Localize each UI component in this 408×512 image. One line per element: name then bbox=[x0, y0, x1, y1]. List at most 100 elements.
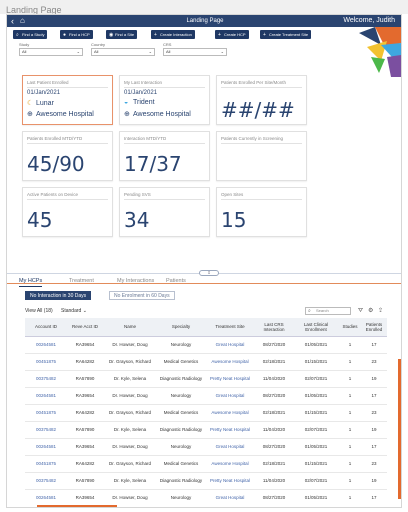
table-cell: RA57890 bbox=[67, 421, 103, 439]
create-hcp-button[interactable]: + Create HCP bbox=[215, 30, 249, 39]
site-line: ⊕ Awesome Hospital bbox=[124, 111, 191, 118]
no-interaction-30-days-toggle[interactable]: No Interaction in 30 Days bbox=[25, 291, 92, 300]
last-interaction-card[interactable]: My Last Interaction 01/Jan/2021 ◒ Trident… bbox=[119, 75, 210, 125]
table-cell[interactable]: Awesome Hospital bbox=[205, 455, 255, 473]
tab-my-interactions[interactable]: My Interactions bbox=[117, 277, 154, 286]
col-last-crs-interaction[interactable]: Last CRS Interaction bbox=[255, 318, 293, 337]
col-name[interactable]: Name bbox=[103, 318, 157, 337]
view-select[interactable]: Standard ⌄ bbox=[61, 306, 87, 316]
last-patient-enrolled-card[interactable]: Last Patient Enrolled 01/Jan/2021 ☾ Lunar… bbox=[22, 75, 113, 125]
table-cell[interactable]: Great Hospital bbox=[205, 387, 255, 405]
table-cell[interactable]: Pretty Neat Hospital bbox=[205, 370, 255, 388]
table-cell: 02/18/2021 bbox=[255, 455, 293, 473]
table-cell: RA39654 bbox=[67, 387, 103, 405]
table-row[interactable]: 00451875 RA64282 Dr. Grayson, Richard Medic… bbox=[25, 353, 387, 371]
table-cell: 02/07/2021 bbox=[293, 421, 339, 439]
lunar-study-icon: ☾ bbox=[27, 100, 34, 107]
tab-patients[interactable]: Patients bbox=[166, 277, 186, 286]
table-cell: 1 bbox=[339, 353, 361, 371]
table-cell: 23 bbox=[361, 353, 387, 371]
search-icon: ⌕ bbox=[16, 32, 19, 38]
settings-gear-icon[interactable]: ⚙ bbox=[368, 306, 373, 316]
table-row[interactable]: 00264581 RA39654 Dr. Howser, Doug Neurology… bbox=[25, 489, 387, 506]
chevron-down-icon: ⌄ bbox=[220, 49, 224, 54]
table-cell[interactable]: 00451875 bbox=[25, 353, 67, 371]
table-cell[interactable]: 00451875 bbox=[25, 455, 67, 473]
col-reve-acct-id[interactable]: Reve Acct ID bbox=[67, 318, 103, 337]
table-cell[interactable]: 00264581 bbox=[25, 336, 67, 354]
table-row[interactable]: 00264581 RA39654 Dr. Howser, Doug Neurology… bbox=[25, 438, 387, 456]
globe-icon: ⊕ bbox=[27, 111, 33, 118]
table-row[interactable]: 00264581 RA39654 Dr. Howser, Doug Neurology… bbox=[25, 387, 387, 405]
table-cell[interactable]: Great Hospital bbox=[205, 438, 255, 456]
table-cell[interactable]: 00375482 bbox=[25, 421, 67, 439]
table-row[interactable]: 00451875 RA64282 Dr. Grayson, Richard Medic… bbox=[25, 455, 387, 473]
table-cell[interactable]: 00375482 bbox=[25, 370, 67, 388]
table-cell[interactable]: 00264581 bbox=[25, 387, 67, 405]
table-row[interactable]: 00451875 RA64282 Dr. Grayson, Richard Medic… bbox=[25, 404, 387, 422]
pending-svs-card[interactable]: Pending SVS 34 bbox=[119, 187, 210, 237]
table-cell[interactable]: Pretty Neat Hospital bbox=[205, 472, 255, 490]
patients-per-site-month-card[interactable]: Patients Enrolled Per Site/Month ##/## bbox=[216, 75, 307, 125]
create-treatment-site-button[interactable]: + Create Treatment Site bbox=[260, 30, 312, 39]
table-cell: RA39654 bbox=[67, 438, 103, 456]
table-row[interactable]: 00375482 RA57890 Dr. Kyle, Selena Diagnosti… bbox=[25, 370, 387, 388]
table-cell: Medical Genetics bbox=[157, 404, 205, 422]
horizontal-scrollbar[interactable] bbox=[37, 505, 117, 507]
export-icon[interactable]: ⇪ bbox=[378, 306, 383, 316]
table-cell[interactable]: Great Hospital bbox=[205, 336, 255, 354]
hcp-data-table: Account ID Reve Acct ID Name Specialty T… bbox=[25, 318, 387, 506]
chevron-down-icon: ⌄ bbox=[148, 49, 152, 54]
find-hcp-button[interactable]: ● Find a HCP bbox=[60, 30, 93, 39]
enrolled-mtd-ytd-card[interactable]: Patients Enrolled MTD/YTD 45/90 bbox=[22, 131, 113, 181]
table-cell[interactable]: Awesome Hospital bbox=[205, 404, 255, 422]
find-site-button[interactable]: ◉ Find a Site bbox=[106, 30, 138, 39]
user-icon: ● bbox=[63, 32, 67, 38]
crs-select[interactable]: All ⌄ bbox=[163, 48, 227, 56]
table-cell[interactable]: Great Hospital bbox=[205, 489, 255, 506]
patients-in-screening-card[interactable]: Patients Currently in Screening bbox=[216, 131, 307, 181]
col-account-id[interactable]: Account ID bbox=[25, 318, 67, 337]
app-frame: ‹ ⌂ Landing Page Welcome, Judith ⌕ Find a… bbox=[6, 14, 402, 508]
table-cell[interactable]: Pretty Neat Hospital bbox=[205, 421, 255, 439]
no-enrolment-60-days-toggle[interactable]: No Enrolment in 60 Days bbox=[109, 291, 175, 300]
table-cell: 17 bbox=[361, 489, 387, 506]
col-specialty[interactable]: Specialty bbox=[157, 318, 205, 337]
col-last-clinical-enrollment[interactable]: Last Clinical Enrollment bbox=[293, 318, 339, 337]
col-treatment-site[interactable]: Treatment Site bbox=[205, 318, 255, 337]
table-cell[interactable]: 00375482 bbox=[25, 472, 67, 490]
filter-icon[interactable]: ⛛ bbox=[358, 306, 363, 316]
vertical-scrollbar[interactable] bbox=[398, 359, 401, 499]
table-cell: Dr. Howser, Doug bbox=[103, 387, 157, 405]
find-study-button[interactable]: ⌕ Find a Study bbox=[13, 30, 48, 39]
resize-handle[interactable]: ⇕ bbox=[199, 270, 219, 276]
table-row[interactable]: 00264581 RA39654 Dr. Howser, Doug Neurology… bbox=[25, 336, 387, 354]
table-cell: 23 bbox=[361, 404, 387, 422]
table-cell: Neurology bbox=[157, 336, 205, 354]
create-interaction-button[interactable]: + Create Interaction bbox=[151, 30, 195, 39]
table-cell: 01/15/2021 bbox=[293, 404, 339, 422]
open-sites-card[interactable]: Open Sites 15 bbox=[216, 187, 307, 237]
table-row[interactable]: 00375482 RA57890 Dr. Kyle, Selena Diagnosti… bbox=[25, 472, 387, 490]
country-select[interactable]: All ⌄ bbox=[91, 48, 155, 56]
interaction-mtd-ytd-card[interactable]: Interaction MTD/YTD 17/37 bbox=[119, 131, 210, 181]
table-row[interactable]: 00375482 RA57890 Dr. Kyle, Selena Diagnosti… bbox=[25, 421, 387, 439]
table-cell: Dr. Grayson, Richard bbox=[103, 455, 157, 473]
table-cell[interactable]: 00451875 bbox=[25, 404, 67, 422]
welcome-message: Welcome, Judith bbox=[343, 17, 395, 24]
table-cell[interactable]: Awesome Hospital bbox=[205, 353, 255, 371]
active-patients-on-device-card[interactable]: Active Patients on Device 45 bbox=[22, 187, 113, 237]
plus-icon: + bbox=[218, 32, 221, 38]
table-cell: 08/27/2020 bbox=[255, 387, 293, 405]
table-cell: 1 bbox=[339, 489, 361, 506]
table-cell[interactable]: 00264581 bbox=[25, 489, 67, 506]
table-cell: 08/27/2020 bbox=[255, 489, 293, 506]
site-line: ⊕ Awesome Hospital bbox=[27, 111, 94, 118]
table-cell[interactable]: 00264581 bbox=[25, 438, 67, 456]
tab-treatment[interactable]: Treatment bbox=[69, 277, 94, 286]
col-patients-enrolled[interactable]: Patients Enrolled bbox=[361, 318, 387, 337]
tab-my-hcps[interactable]: My HCPs bbox=[19, 277, 43, 287]
search-input[interactable]: ⌕ Search bbox=[305, 307, 351, 315]
study-select[interactable]: All ⌄ bbox=[19, 48, 83, 56]
col-studies[interactable]: Studies bbox=[339, 318, 361, 337]
